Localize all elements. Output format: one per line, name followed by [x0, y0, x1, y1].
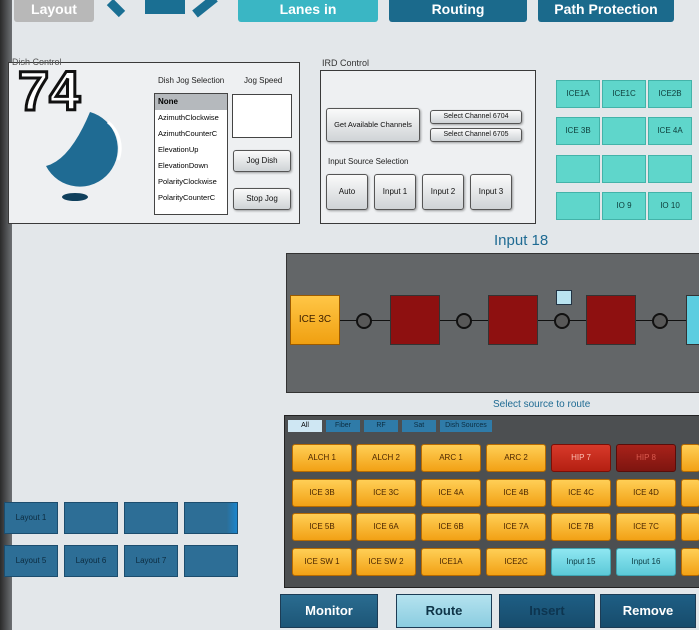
source-ice-4a[interactable]: ICE 4A — [421, 479, 481, 507]
source-hip-7[interactable]: HIP 7 — [551, 444, 611, 472]
source-input-16[interactable]: Input 16 — [616, 548, 676, 576]
filter-dish-sources[interactable]: Dish Sources — [440, 420, 492, 432]
source-ice-7a[interactable]: ICE 7A — [486, 513, 546, 541]
remove-button[interactable]: Remove — [600, 594, 696, 628]
path-junction[interactable] — [456, 313, 472, 329]
jog-dish-button[interactable]: Jog Dish — [233, 150, 291, 172]
list-item[interactable]: ElevationUp — [155, 142, 227, 158]
source-ice-sw-1[interactable]: ICE SW 1 — [292, 548, 352, 576]
list-item[interactable]: PolarityClockwise — [155, 174, 227, 190]
source-alch-2[interactable]: ALCH 2 — [356, 444, 416, 472]
source-alch-1[interactable]: ALCH 1 — [292, 444, 352, 472]
tile-empty[interactable] — [556, 155, 600, 183]
path-junction[interactable] — [554, 313, 570, 329]
input-1-button[interactable]: Input 1 — [374, 174, 416, 210]
source-input-15[interactable]: Input 15 — [551, 548, 611, 576]
layout-3-button[interactable] — [124, 502, 178, 534]
source-hip-8[interactable]: HIP 8 — [616, 444, 676, 472]
path-source-node[interactable]: ICE 3C — [290, 295, 340, 345]
insert-button[interactable]: Insert — [499, 594, 595, 628]
dish-jog-selection-label: Dish Jog Selection — [158, 76, 225, 85]
source-select-title: Select source to route — [493, 399, 591, 410]
tile-ice1c[interactable]: ICE1C — [602, 80, 646, 108]
list-item[interactable]: None — [155, 94, 227, 110]
path-destination-node[interactable] — [686, 295, 699, 345]
jog-speed-label: Jog Speed — [244, 76, 283, 85]
input-source-selection-label: Input Source Selection — [328, 157, 409, 166]
tile-empty[interactable] — [648, 155, 692, 183]
layout-6-button[interactable]: Layout 6 — [64, 545, 118, 577]
filter-rf[interactable]: RF — [364, 420, 398, 432]
path-junction[interactable] — [652, 313, 668, 329]
tile-empty[interactable] — [556, 192, 600, 220]
nav-tab-routing[interactable]: Routing — [389, 0, 527, 22]
source-ice-6b[interactable]: ICE 6B — [421, 513, 481, 541]
filter-all[interactable]: All — [288, 420, 322, 432]
select-channel-6704-button[interactable]: Select Channel 6704 — [430, 110, 522, 124]
satellite-dish-icon — [30, 100, 130, 210]
path-junction[interactable] — [356, 313, 372, 329]
input-3-button[interactable]: Input 3 — [470, 174, 512, 210]
list-item[interactable]: ElevationDown — [155, 158, 227, 174]
layout-2-button[interactable] — [64, 502, 118, 534]
layout-4-button[interactable] — [184, 502, 238, 534]
nav-tab-lanes-in[interactable]: Lanes in — [238, 0, 378, 22]
layout-8-button[interactable] — [184, 545, 238, 577]
source-ice-sw-2[interactable]: ICE SW 2 — [356, 548, 416, 576]
source-arc-2[interactable]: ARC 2 — [486, 444, 546, 472]
source-ice-4b[interactable]: ICE 4B — [486, 479, 546, 507]
get-available-channels-button[interactable]: Get Available Channels — [326, 108, 420, 142]
filter-sat[interactable]: Sat — [402, 420, 436, 432]
source-ice-4c[interactable]: ICE 4C — [551, 479, 611, 507]
path-device-node[interactable] — [390, 295, 440, 345]
jog-speed-input[interactable] — [232, 94, 292, 138]
source-ice-6a[interactable]: ICE 6A — [356, 513, 416, 541]
source-ice-3b[interactable]: ICE 3B — [292, 479, 352, 507]
source-ice2c[interactable]: ICE2C — [486, 548, 546, 576]
tile-empty[interactable] — [602, 117, 646, 145]
tile-empty[interactable] — [602, 155, 646, 183]
nav-tab-layout[interactable]: Layout — [14, 0, 94, 22]
tile-ice3b[interactable]: ICE 3B — [556, 117, 600, 145]
path-title: Input 18 — [494, 232, 549, 249]
source-arc-1[interactable]: ARC 1 — [421, 444, 481, 472]
source-edge[interactable] — [681, 513, 699, 541]
source-ice-4d[interactable]: ICE 4D — [616, 479, 676, 507]
filter-fiber[interactable]: Fiber — [326, 420, 360, 432]
chevron-arrow-icon — [100, 0, 230, 24]
source-ice-7b[interactable]: ICE 7B — [551, 513, 611, 541]
source-edge[interactable] — [681, 444, 699, 472]
layout-1-button[interactable]: Layout 1 — [4, 502, 58, 534]
stop-jog-button[interactable]: Stop Jog — [233, 188, 291, 210]
list-item[interactable]: AzimuthCounterC — [155, 126, 227, 142]
input-auto-button[interactable]: Auto — [326, 174, 368, 210]
input-2-button[interactable]: Input 2 — [422, 174, 464, 210]
layout-7-button[interactable]: Layout 7 — [124, 545, 178, 577]
source-ice-5b[interactable]: ICE 5B — [292, 513, 352, 541]
path-device-node[interactable] — [586, 295, 636, 345]
tile-ice1a[interactable]: ICE1A — [556, 80, 600, 108]
ird-control-title: IRD Control — [322, 58, 370, 68]
tile-io10[interactable]: IO 10 — [648, 192, 692, 220]
list-item[interactable]: AzimuthClockwise — [155, 110, 227, 126]
route-button[interactable]: Route — [396, 594, 492, 628]
source-ice1a[interactable]: ICE1A — [421, 548, 481, 576]
path-device-node[interactable] — [488, 295, 538, 345]
tile-io9[interactable]: IO 9 — [602, 192, 646, 220]
source-edge[interactable] — [681, 479, 699, 507]
source-edge[interactable] — [681, 548, 699, 576]
source-ice-3c[interactable]: ICE 3C — [356, 479, 416, 507]
nav-tab-path-protection[interactable]: Path Protection — [538, 0, 674, 22]
source-ice-7c[interactable]: ICE 7C — [616, 513, 676, 541]
jog-selection-list[interactable]: None AzimuthClockwise AzimuthCounterC El… — [154, 93, 228, 215]
layout-5-button[interactable]: Layout 5 — [4, 545, 58, 577]
list-item[interactable]: PolarityCounterC — [155, 190, 227, 206]
monitor-icon[interactable] — [556, 290, 572, 305]
monitor-button[interactable]: Monitor — [280, 594, 378, 628]
tile-ice2b[interactable]: ICE2B — [648, 80, 692, 108]
select-channel-6705-button[interactable]: Select Channel 6705 — [430, 128, 522, 142]
tile-ice4a[interactable]: ICE 4A — [648, 117, 692, 145]
